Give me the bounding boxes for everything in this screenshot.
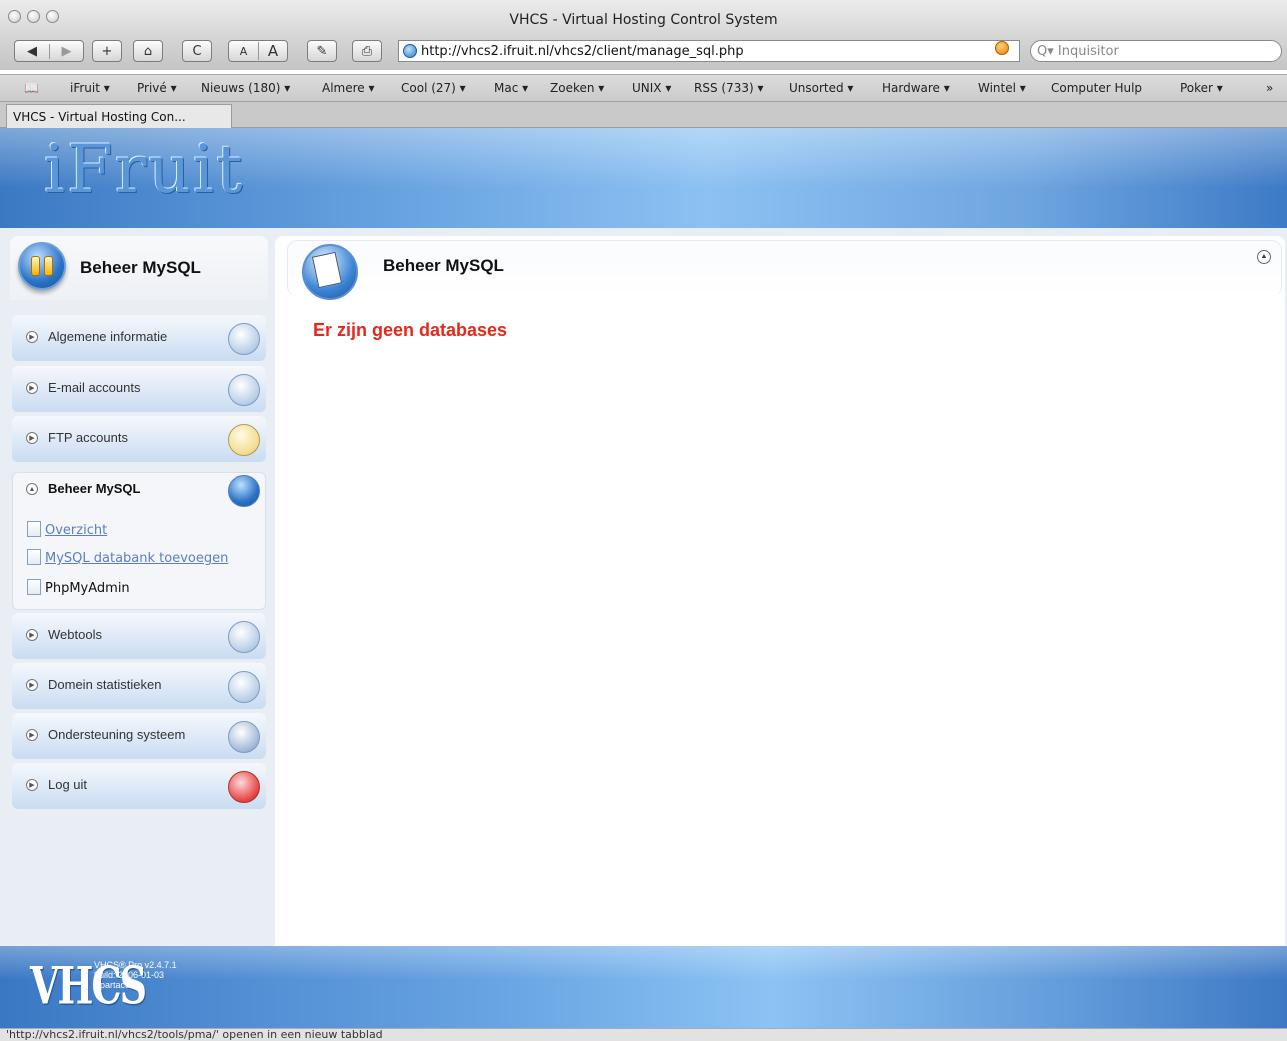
bookmark-poker[interactable]: Poker ▾ [1180,81,1223,95]
edit-button[interactable]: ✎ [307,40,337,62]
sidebar-item-label: Beheer MySQL [48,481,141,496]
footer-shine [0,946,1287,980]
bookmark-computer-hulp[interactable]: Computer Hulp [1051,81,1142,95]
text-size-buttons[interactable]: A A [228,40,288,62]
window-title: VHCS - Virtual Hosting Control System [509,12,778,28]
bookmark-almere[interactable]: Almere ▾ [322,81,375,95]
build-text: build: 2006-01-03 [94,970,165,980]
bookmarks-bar: 📖 iFruit ▾ Privé ▾ Nieuws (180) ▾ Almere… [0,74,1287,102]
sidebar-item-webtools[interactable]: ▶ Webtools [12,613,266,659]
bookmarks-book-icon[interactable]: 📖 [24,81,39,95]
address-bar[interactable]: http://vhcs2.ifruit.nl/vhcs2/client/mana… [398,40,1020,62]
main-panel [275,236,1285,946]
bookmark-unix[interactable]: UNIX ▾ [632,81,671,95]
version-info: VHCS® Pro v2.4.7.1 build: 2006-01-03 Spa… [94,960,177,990]
bullet-down-icon: ▲ [26,483,38,495]
page-icon [27,549,41,565]
text-smaller-button[interactable]: A [229,45,258,58]
add-bookmark-button[interactable]: + [92,40,122,62]
bullet-icon: ▶ [26,779,38,791]
bookmark-nieuws[interactable]: Nieuws (180) ▾ [201,81,290,95]
bookmark-hardware[interactable]: Hardware ▾ [882,81,950,95]
sidebar-item-beheer-mysql[interactable]: ▲ Beheer MySQL Overzicht MySQL databank … [12,472,266,610]
page-icon [27,521,41,537]
bookmark-rss[interactable]: RSS (733) ▾ [694,81,764,95]
page-title: Beheer MySQL [383,256,504,275]
bullet-icon: ▶ [26,432,38,444]
bookmark-cool[interactable]: Cool (27) ▾ [401,81,466,95]
phpmyadmin-link[interactable]: PhpMyAdmin [45,581,130,596]
sidebar-item-label: E-mail accounts [48,380,141,395]
bullet-icon: ▶ [26,331,38,343]
collapse-icon[interactable]: ▲ [1257,250,1271,264]
bullet-icon: ▶ [26,382,38,394]
bookmark-mac[interactable]: Mac ▾ [494,81,528,95]
bookmark-prive[interactable]: Privé ▾ [137,81,177,95]
site-header: iFruit [0,128,1287,238]
more-bookmarks-icon[interactable]: » [1266,81,1273,95]
support-icon [228,721,260,753]
monitor-icon [228,323,260,355]
bullet-icon: ▶ [26,729,38,741]
text-larger-button[interactable]: A [257,42,287,60]
submenu-phpmyadmin[interactable]: PhpMyAdmin [27,579,130,596]
submenu-overzicht[interactable]: Overzicht [27,521,107,538]
sidebar-item-label: Webtools [48,627,102,642]
home-button[interactable]: ⌂ [133,40,163,62]
globe-icon [403,44,417,58]
folder-icon [228,424,260,456]
version-text: VHCS® Pro v2.4.7.1 [94,960,177,970]
bookmark-wintel[interactable]: Wintel ▾ [978,81,1026,95]
bullet-icon: ▶ [26,629,38,641]
sidebar-item-label: FTP accounts [48,430,128,445]
sidebar-item-label: Algemene informatie [48,329,168,344]
sidebar-item-email-accounts[interactable]: ▶ E-mail accounts [12,366,266,412]
tab-vhcs[interactable]: VHCS - Virtual Hosting Con... [6,104,232,128]
database-icon [228,475,260,507]
tab-bar: VHCS - Virtual Hosting Con... [0,102,1287,128]
sidebar-item-algemene-informatie[interactable]: ▶ Algemene informatie [12,315,266,361]
mysql-toevoegen-link[interactable]: MySQL databank toevoegen [45,551,228,566]
reload-button[interactable]: C [182,40,212,62]
bookmark-unsorted[interactable]: Unsorted ▾ [789,81,853,95]
database-cylinder [44,256,53,276]
page-icon [27,579,41,595]
codename-text: Spartacus [94,980,135,990]
back-icon[interactable]: ◀ [15,44,49,59]
browser-toolbar: ◀ ▶ + ⌂ C A A ✎ ⎙ http://vhcs2.ifruit.nl… [0,36,1287,70]
window-titlebar: VHCS - Virtual Hosting Control System [0,0,1287,36]
forward-icon[interactable]: ▶ [49,43,83,59]
envelope-icon [228,374,260,406]
sidebar-item-ondersteuning-systeem[interactable]: ▶ Ondersteuning systeem [12,713,266,759]
sidebar-item-label: Domein statistieken [48,677,162,692]
gear-icon [228,621,260,653]
chart-icon [228,671,260,703]
snapback-icon[interactable] [995,41,1009,55]
submenu-mysql-toevoegen[interactable]: MySQL databank toevoegen [27,549,228,566]
sidebar-item-label: Ondersteuning systeem [48,727,186,742]
status-bar: 'http://vhcs2.ifruit.nl/vhcs2/tools/pma/… [0,1028,1287,1041]
power-icon [228,771,260,803]
back-forward-buttons[interactable]: ◀ ▶ [14,40,84,62]
sidebar-item-ftp-accounts[interactable]: ▶ FTP accounts [12,416,266,462]
print-button[interactable]: ⎙ [352,40,382,62]
database-icon [18,242,66,290]
bookmark-ifruit[interactable]: iFruit ▾ [70,81,110,95]
ifruit-logo: iFruit [44,131,245,208]
url-text[interactable]: http://vhcs2.ifruit.nl/vhcs2/client/mana… [421,44,744,59]
no-databases-message: Er zijn geen databases [313,320,508,340]
overzicht-link[interactable]: Overzicht [45,523,107,538]
bookmark-zoeken[interactable]: Zoeken ▾ [550,81,604,95]
sidebar-item-log-uit[interactable]: ▶ Log uit [12,763,266,809]
search-input[interactable]: Q▾ Inquisitor [1030,40,1282,62]
sidebar-title: Beheer MySQL [80,258,201,277]
database-cylinder [31,256,40,276]
site-footer [0,946,1287,1028]
sidebar-item-label: Log uit [48,777,88,792]
sidebar-item-domein-statistieken[interactable]: ▶ Domein statistieken [12,663,266,709]
bullet-icon: ▶ [26,679,38,691]
